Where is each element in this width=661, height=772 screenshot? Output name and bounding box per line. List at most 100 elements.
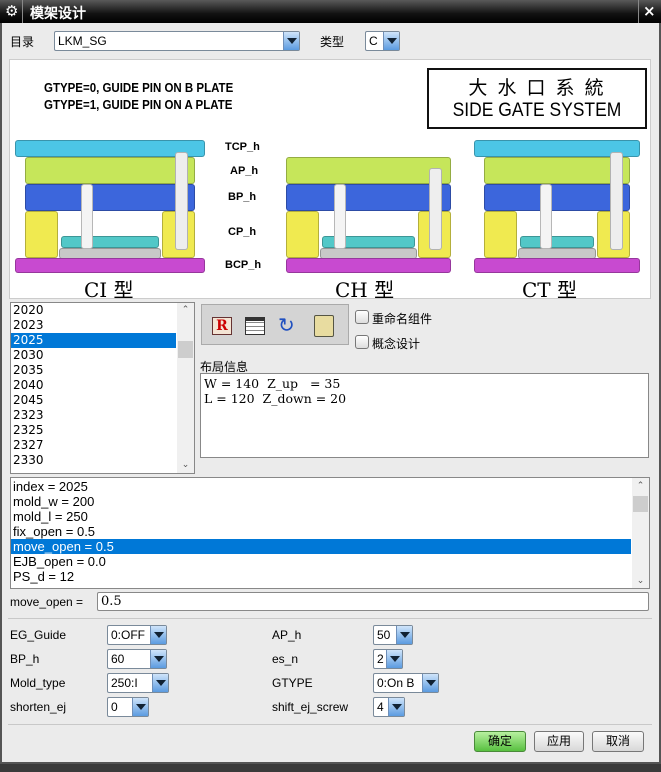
concept-checkbox[interactable] — [355, 335, 369, 349]
field-select-shift-ej-screw[interactable]: 4 — [373, 697, 405, 717]
gtype-note-1: GTYPE=1, GUIDE PIN ON A PLATE — [44, 98, 233, 112]
chevron-up-icon[interactable]: ⌃ — [177, 303, 194, 318]
chevron-down-icon[interactable] — [388, 698, 404, 716]
rotate-icon[interactable]: ↻ — [278, 313, 295, 337]
chevron-up-icon[interactable]: ⌃ — [632, 478, 649, 493]
parameter-list[interactable]: index = 2025 mold_w = 200 mold_l = 250 fix_… — [10, 477, 650, 589]
parameter-item[interactable]: index = 2025 — [11, 479, 631, 494]
size-list-item[interactable]: 2330 — [11, 453, 176, 468]
spacer-block — [484, 211, 517, 258]
chevron-down-icon[interactable] — [132, 698, 148, 716]
component-icon[interactable] — [314, 315, 334, 337]
layout-info-text[interactable]: W = 140 Z_up = 35 L = 120 Z_down = 20 — [200, 373, 649, 458]
guide-pin — [610, 152, 623, 250]
chevron-down-icon[interactable] — [386, 650, 402, 668]
gear-icon[interactable]: ⚙ — [5, 2, 18, 20]
field-select-ap-h[interactable]: 50 — [373, 625, 413, 645]
table-icon[interactable] — [245, 317, 265, 335]
apply-button[interactable]: 应用 — [534, 731, 584, 752]
chevron-down-icon[interactable] — [150, 650, 166, 668]
title-bar: ⚙ 模架设计 × — [0, 0, 661, 23]
return-pin — [540, 184, 552, 249]
parameter-item[interactable]: move_open = 0.5 — [11, 539, 631, 554]
chevron-down-icon[interactable] — [422, 674, 438, 692]
plate-label: BP_h — [228, 191, 257, 203]
chevron-down-icon[interactable] — [383, 32, 399, 50]
size-list-item[interactable]: 2030 — [11, 348, 176, 363]
catalog-label: 目录 — [10, 35, 35, 49]
a-plate — [484, 157, 630, 184]
caption-ch: CH 型 — [335, 278, 395, 302]
size-list-item[interactable]: 2020 — [11, 303, 176, 318]
chevron-down-icon[interactable]: ⌄ — [177, 458, 194, 473]
parameter-item[interactable]: EJB_open = 0.0 — [11, 554, 631, 569]
size-list-item[interactable]: 2023 — [11, 318, 176, 333]
divider — [8, 724, 652, 725]
plate-label: BCP_h — [225, 259, 262, 271]
plate-label: TCP_h — [225, 141, 260, 153]
divider — [638, 0, 639, 23]
size-list-item[interactable]: 2327 — [11, 438, 176, 453]
return-pin — [334, 184, 346, 249]
chevron-down-icon[interactable]: ⌄ — [632, 573, 649, 588]
layout-line: L = 120 Z_down = 20 — [204, 391, 347, 406]
ejector-retainer-plate — [520, 236, 594, 248]
report-icon[interactable]: R — [212, 317, 232, 335]
size-list-item[interactable]: 2325 — [11, 423, 176, 438]
parameter-value-input[interactable]: 0.5 — [97, 592, 649, 611]
field-value: 50 — [377, 628, 391, 642]
caption-ci: CI 型 — [84, 278, 134, 302]
field-value: 60 — [111, 652, 125, 666]
parameter-item[interactable]: mold_w = 200 — [11, 494, 631, 509]
field-select-eg-guide[interactable]: 0:OFF — [107, 625, 167, 645]
field-label: Mold_type — [10, 676, 66, 690]
catalog-select[interactable]: LKM_SG — [54, 31, 300, 51]
size-list-item[interactable]: 2323 — [11, 408, 176, 423]
size-list-item[interactable]: 2025 — [11, 333, 176, 348]
mold-diagram: GTYPE=0, GUIDE PIN ON B PLATE GTYPE=1, G… — [9, 59, 651, 302]
field-select-shorten-ej[interactable]: 0 — [107, 697, 149, 717]
system-title-en: SIDE GATE SYSTEM — [452, 100, 622, 121]
field-value: 0:On B — [377, 676, 415, 690]
ok-button[interactable]: 确定 — [474, 731, 526, 752]
catalog-value: LKM_SG — [58, 34, 107, 48]
concept-label: 概念设计 — [372, 337, 421, 351]
chevron-down-icon[interactable] — [283, 32, 299, 50]
close-icon[interactable]: × — [643, 2, 656, 20]
size-list-item[interactable]: 2035 — [11, 363, 176, 378]
return-pin — [81, 184, 93, 249]
parameter-item[interactable]: PS_d = 12 — [11, 569, 631, 584]
chevron-down-icon[interactable] — [150, 626, 166, 644]
chevron-down-icon[interactable] — [396, 626, 412, 644]
parameter-item[interactable]: mold_l = 250 — [11, 509, 631, 524]
type-select[interactable]: C — [365, 31, 400, 51]
field-label: AP_h — [272, 628, 302, 642]
cancel-button[interactable]: 取消 — [592, 731, 644, 752]
scrollbar[interactable]: ⌃ ⌄ — [632, 478, 649, 588]
field-select-mold-type[interactable]: 250:I — [107, 673, 169, 693]
b-plate — [286, 184, 451, 211]
system-box: 大 水 口 系 統 SIDE GATE SYSTEM — [427, 68, 647, 129]
layout-line: W = 140 Z_up = 35 — [204, 376, 341, 391]
toolbar: R ↻ — [201, 304, 349, 345]
caption-ct: CT 型 — [522, 278, 577, 302]
size-list[interactable]: 2020 2023 2025 2030 2035 2040 2045 2323 2325 2327… — [10, 302, 195, 474]
parameter-item[interactable]: fix_open = 0.5 — [11, 524, 631, 539]
scrollbar[interactable]: ⌃ ⌄ — [177, 303, 194, 473]
field-value: 4 — [377, 700, 384, 714]
field-label: shorten_ej — [10, 700, 67, 714]
field-select-es-n[interactable]: 2 — [373, 649, 403, 669]
size-list-item[interactable]: 2045 — [11, 393, 176, 408]
rename-checkbox[interactable] — [355, 310, 369, 324]
field-value: 250:I — [111, 676, 138, 690]
field-value: 0:OFF — [111, 628, 146, 642]
chevron-down-icon[interactable] — [152, 674, 168, 692]
bottom-clamp-plate — [286, 258, 451, 273]
field-select-gtype[interactable]: 0:On B — [373, 673, 439, 693]
plate-label: CP_h — [228, 226, 257, 238]
plate-label: AP_h — [230, 165, 259, 177]
field-select-bp-h[interactable]: 60 — [107, 649, 167, 669]
size-list-item[interactable]: 2040 — [11, 378, 176, 393]
guide-pin — [429, 168, 442, 250]
guide-pin — [175, 152, 188, 250]
